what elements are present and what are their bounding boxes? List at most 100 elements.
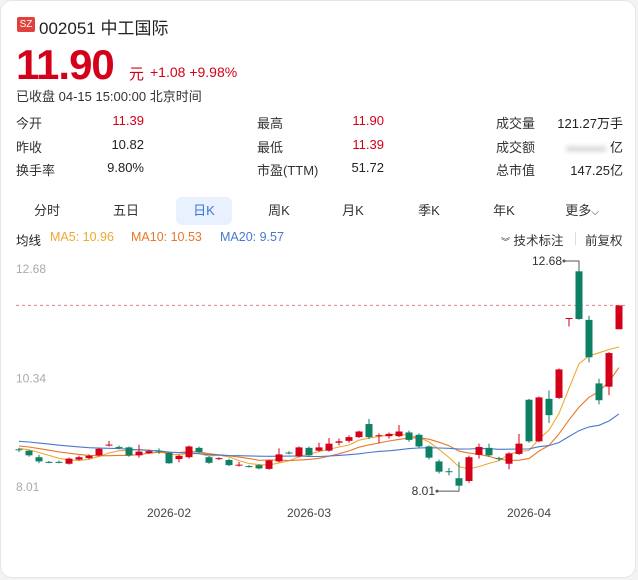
candle-body [475,446,483,455]
tab-label: 日K [193,203,215,218]
candle-body [125,447,133,456]
tab-6[interactable]: 年K [476,197,532,225]
tab-2[interactable]: 日K [176,197,232,225]
candle [495,456,503,461]
y-tick-label: 12.68 [16,262,46,276]
candle [525,398,533,443]
tab-5[interactable]: 季K [401,197,457,225]
change-percent: +9.98% [189,64,238,80]
candle [285,451,293,455]
candle-body [435,461,443,472]
candle [575,269,583,320]
candle [365,418,373,439]
y-tick-label: 10.34 [16,371,46,385]
ma20-value: MA20: 9.57 [220,230,284,244]
annotation-label: 12.68 [532,254,562,268]
candle-body [555,369,563,398]
candle [265,459,273,470]
candle-body [265,460,273,469]
tab-4[interactable]: 月K [325,197,381,225]
stat-value-text: 9.80% [107,160,144,175]
candle [475,443,483,459]
y-tick-label: 8.01 [16,480,40,494]
candle-body [295,447,303,457]
annotation-leader [564,260,580,269]
candle [545,390,553,424]
candle [295,446,303,458]
candle [35,454,43,464]
candle [485,443,493,457]
stat-value-text: 147.25亿 [570,163,623,178]
stat-value: 11.90 [284,113,384,128]
stat-value: 亿 [523,137,623,156]
candle-body [95,448,103,456]
candle [195,446,203,453]
candle-body [155,450,163,452]
annotation-dot [562,259,566,263]
candle [535,396,543,443]
candle-body [35,457,43,462]
candlestick-chart[interactable]: 12.68 10.34 8.01 2026-02 2026-03 2026-04 12.68… [1,251,638,531]
ma-label: 均线 [16,234,42,248]
candle-body [545,398,553,416]
candle-body [365,424,373,438]
candle-body [515,443,523,454]
tab-0[interactable]: 分时 [19,197,75,225]
tech-annotation-toggle[interactable]: ︾ 技术标注 [501,230,564,249]
candle [385,432,393,439]
candle [465,455,473,483]
stat-value: 147.25亿 [523,160,623,179]
candle-body [405,432,413,440]
candle-body [135,451,143,456]
candle-body [355,431,363,438]
candle [175,454,183,463]
annotation-label: 8.01 [412,484,436,498]
tech-annotation-label: 技术标注 [513,234,564,248]
chevron-down-icon: ︾ [501,237,511,247]
ma5-value: MA5: 10.96 [50,230,114,244]
candle [415,433,423,449]
candle [335,438,343,446]
candle-body [285,452,293,454]
candle-body [15,449,23,451]
candle [275,448,283,463]
exchange-badge: SZ [17,17,35,32]
adjust-button[interactable]: 前复权 [585,230,623,249]
candle-body [575,271,583,319]
stat-value: 51.72 [284,160,384,175]
candle-body [375,435,383,437]
candle [515,433,523,455]
candle [615,305,623,330]
tab-7[interactable]: 更多⌵ [554,197,610,225]
tab-label: 五日 [112,203,139,218]
candle-body [185,446,193,458]
candle [355,430,363,439]
candle [205,456,213,464]
candle-body [605,353,613,387]
candle-body [215,458,223,460]
candle-body [75,457,83,460]
candle-body [445,471,453,473]
stat-label: 最高 [257,116,284,131]
x-tick-label: 2026-04 [507,506,551,520]
candle-body [425,446,433,458]
current-price: 11.90 [16,41,115,88]
stat-value: 10.82 [44,137,144,152]
candle-body [65,458,73,464]
candle-body [245,466,253,468]
candle [565,318,573,327]
candle-body [325,443,333,451]
tab-1[interactable]: 五日 [98,197,154,225]
candle-body [585,319,593,358]
x-tick-label: 2026-02 [147,506,191,520]
candle [315,442,323,452]
stat-value-text: 51.72 [351,160,384,175]
candle-body [85,455,93,459]
candle [585,315,593,363]
candle-body [595,383,603,401]
candle [185,445,193,459]
stat-value: 9.80% [44,160,144,175]
candle [445,467,453,476]
tab-3[interactable]: 周K [251,197,307,225]
candle-body [105,444,113,446]
